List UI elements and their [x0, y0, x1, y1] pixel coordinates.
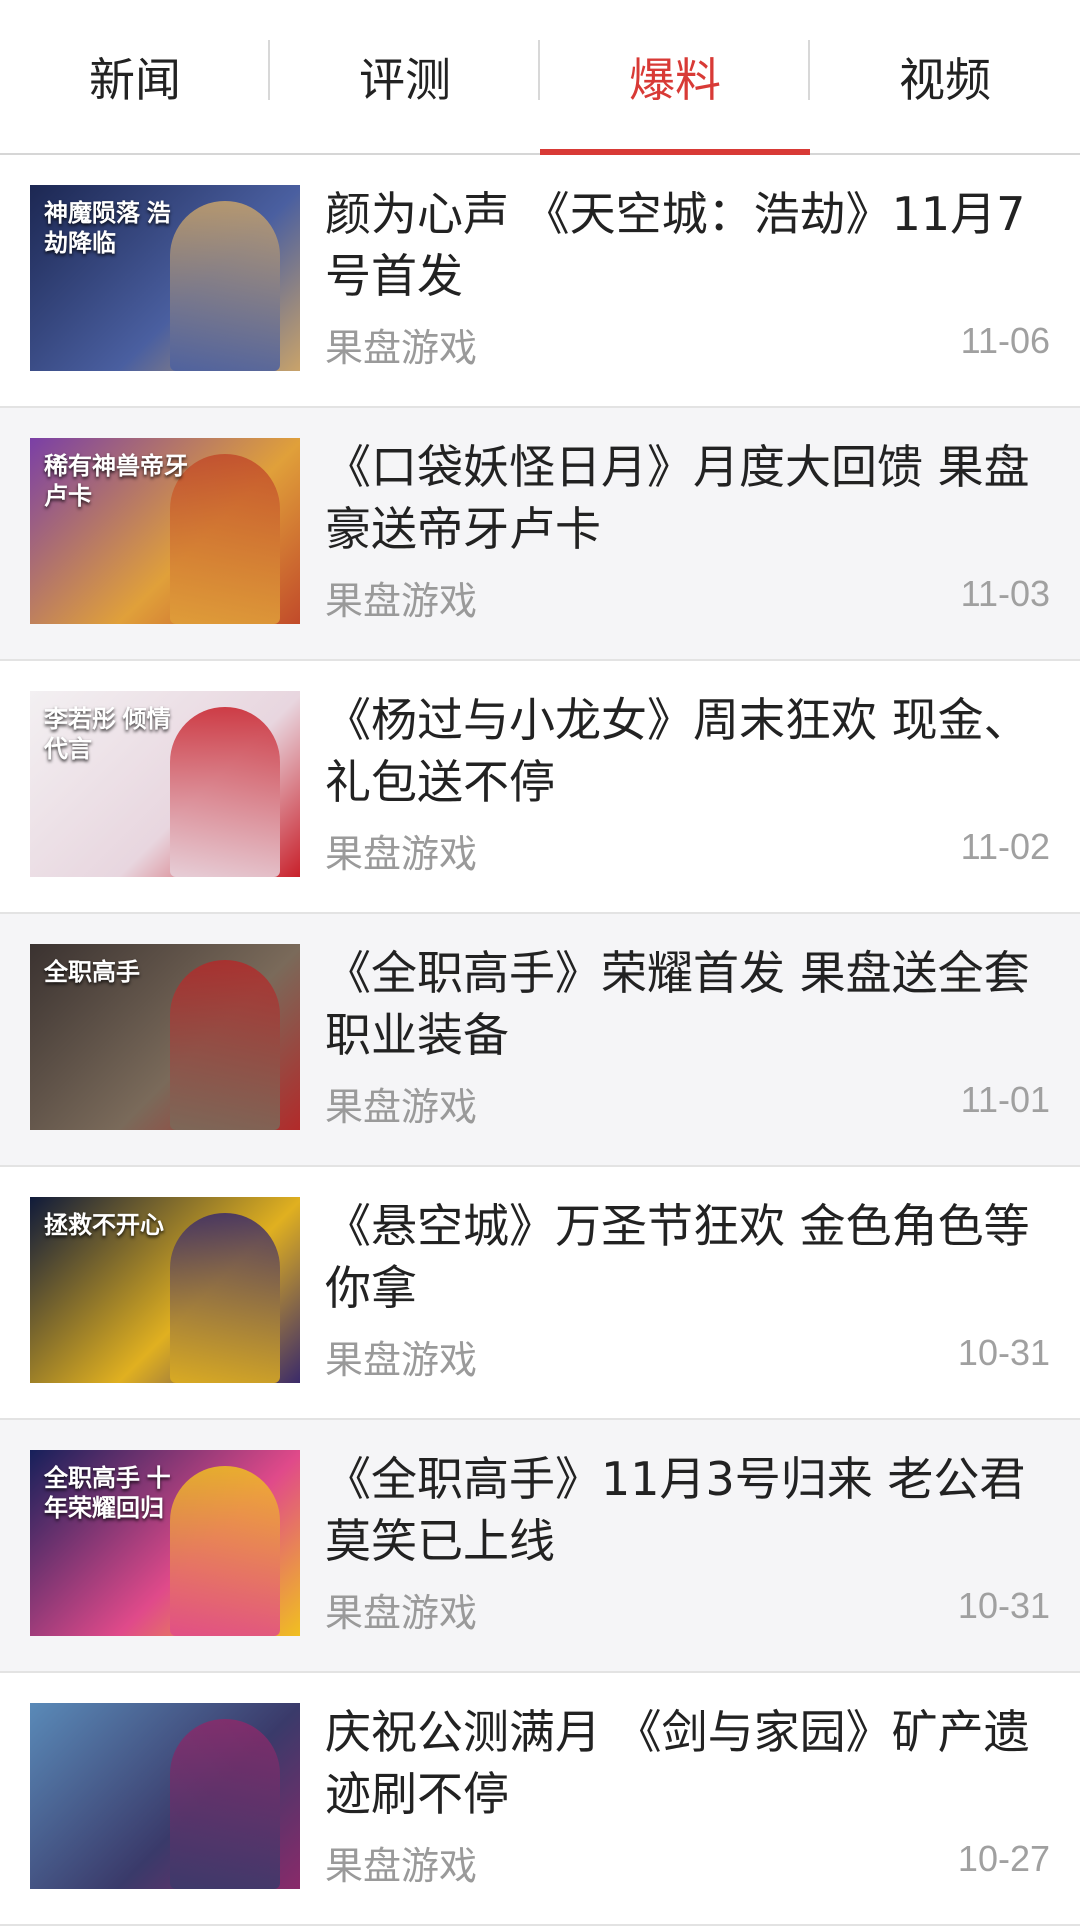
article-title[interactable]: 颜为心声 《天空城：浩劫》11月7号首发 [325, 183, 1050, 307]
article-title[interactable]: 《悬空城》万圣节狂欢 金色角色等你拿 [325, 1195, 1050, 1319]
article-item[interactable]: 神魔陨落 浩劫降临 颜为心声 《天空城：浩劫》11月7号首发果盘游戏 11-06 [0, 155, 1080, 408]
article-item[interactable]: 庆祝公测满月 《剑与家园》矿产遗迹刷不停果盘游戏 10-27 [0, 1673, 1080, 1926]
thumbnail-character-art [170, 960, 280, 1130]
tab-bar: 新闻 评测 爆料 视频 [0, 0, 1080, 155]
thumbnail-caption: 全职高手 [44, 959, 140, 986]
article-source: 果盘游戏 [325, 579, 478, 623]
thumbnail-character-art [170, 1719, 280, 1889]
article-source: 果盘游戏 [325, 832, 478, 876]
article-title[interactable]: 《杨过与小龙女》周末狂欢 现金、礼包送不停 [325, 689, 1050, 813]
article-list: 神魔陨落 浩劫降临 颜为心声 《天空城：浩劫》11月7号首发果盘游戏 11-06 稀有… [0, 155, 1080, 1926]
article-date: 11-06 [960, 320, 1050, 361]
article-source: 果盘游戏 [325, 1085, 478, 1129]
article-thumbnail[interactable]: 李若彤 倾情代言 [30, 691, 300, 877]
tab-video[interactable]: 视频 [810, 0, 1080, 153]
article-date: 11-03 [960, 573, 1050, 614]
tab-label: 新闻 [89, 52, 181, 107]
article-date: 10-31 [957, 1332, 1050, 1373]
tab-label: 视频 [899, 52, 991, 107]
article-item[interactable]: 拯救不开心 《悬空城》万圣节狂欢 金色角色等你拿果盘游戏 10-31 [0, 1167, 1080, 1420]
thumbnail-character-art [170, 1213, 280, 1383]
article-item[interactable]: 稀有神兽帝牙卢卡 《口袋妖怪日月》月度大回馈 果盘豪送帝牙卢卡果盘游戏 11-03 [0, 408, 1080, 661]
article-title[interactable]: 《全职高手》11月3号归来 老公君莫笑已上线 [325, 1448, 1050, 1572]
tab-label: 爆料 [629, 52, 721, 107]
thumbnail-caption: 拯救不开心 [44, 1212, 164, 1239]
article-thumbnail[interactable]: 拯救不开心 [30, 1197, 300, 1383]
article-item[interactable]: 李若彤 倾情代言 《杨过与小龙女》周末狂欢 现金、礼包送不停果盘游戏 11-02 [0, 661, 1080, 914]
tab-label: 评测 [359, 52, 451, 107]
article-title[interactable]: 庆祝公测满月 《剑与家园》矿产遗迹刷不停 [325, 1701, 1050, 1825]
tab-news[interactable]: 新闻 [0, 0, 270, 153]
article-thumbnail[interactable]: 全职高手 [30, 944, 300, 1130]
article-title[interactable]: 《全职高手》荣耀首发 果盘送全套职业装备 [325, 942, 1050, 1066]
article-source: 果盘游戏 [325, 1338, 478, 1382]
tab-scoop[interactable]: 爆料 [540, 0, 810, 155]
article-thumbnail[interactable]: 神魔陨落 浩劫降临 [30, 185, 300, 371]
thumbnail-caption: 李若彤 倾情代言 [44, 706, 171, 763]
thumbnail-caption: 神魔陨落 浩劫降临 [44, 200, 171, 257]
article-title[interactable]: 《口袋妖怪日月》月度大回馈 果盘豪送帝牙卢卡 [325, 436, 1050, 560]
tab-reviews[interactable]: 评测 [270, 0, 540, 153]
article-thumbnail[interactable] [30, 1703, 300, 1889]
article-date: 10-27 [957, 1838, 1050, 1879]
article-thumbnail[interactable]: 稀有神兽帝牙卢卡 [30, 438, 300, 624]
thumbnail-caption: 全职高手 十年荣耀回归 [44, 1465, 171, 1522]
article-thumbnail[interactable]: 全职高手 十年荣耀回归 [30, 1450, 300, 1636]
thumbnail-caption: 稀有神兽帝牙卢卡 [44, 453, 188, 510]
article-date: 11-02 [960, 826, 1050, 867]
article-item[interactable]: 全职高手 《全职高手》荣耀首发 果盘送全套职业装备果盘游戏 11-01 [0, 914, 1080, 1167]
article-item[interactable]: 全职高手 十年荣耀回归 《全职高手》11月3号归来 老公君莫笑已上线果盘游戏 10-… [0, 1420, 1080, 1673]
article-date: 10-31 [957, 1585, 1050, 1626]
article-date: 11-01 [960, 1079, 1050, 1120]
article-source: 果盘游戏 [325, 1844, 478, 1888]
article-source: 果盘游戏 [325, 326, 478, 370]
article-source: 果盘游戏 [325, 1591, 478, 1635]
